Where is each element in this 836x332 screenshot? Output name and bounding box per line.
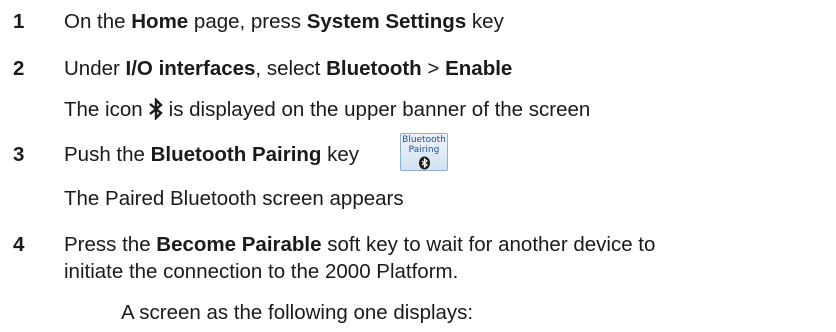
step-number: 2 <box>13 57 25 80</box>
bluetooth-icon <box>148 97 164 126</box>
step-number: 1 <box>13 10 25 33</box>
key-label-line-2: Pairing <box>408 145 440 155</box>
step-1-text: On the Home page, press System Settings … <box>64 10 504 33</box>
step-4-result: A screen as the following one displays: <box>121 301 474 324</box>
bluetooth-icon <box>418 155 431 174</box>
step-2-result: The icon is displayed on the upper banner… <box>64 97 590 126</box>
step-4-text-line-2: initiate the connection to the 2000 Plat… <box>64 260 459 283</box>
bluetooth-pairing-key[interactable]: Bluetooth Pairing <box>400 133 448 171</box>
step-4-text: Press the Become Pairable soft key to wa… <box>64 233 656 256</box>
step-number: 3 <box>13 143 25 166</box>
step-3-text: Push the Bluetooth Pairing key <box>64 143 360 166</box>
instruction-page: 1 On the Home page, press System Setting… <box>0 0 836 332</box>
step-2-text: Under I/O interfaces, select Bluetooth >… <box>64 57 513 80</box>
step-3-result: The Paired Bluetooth screen appears <box>64 187 404 210</box>
key-label-line-1: Bluetooth <box>402 135 446 145</box>
step-number: 4 <box>13 233 25 256</box>
